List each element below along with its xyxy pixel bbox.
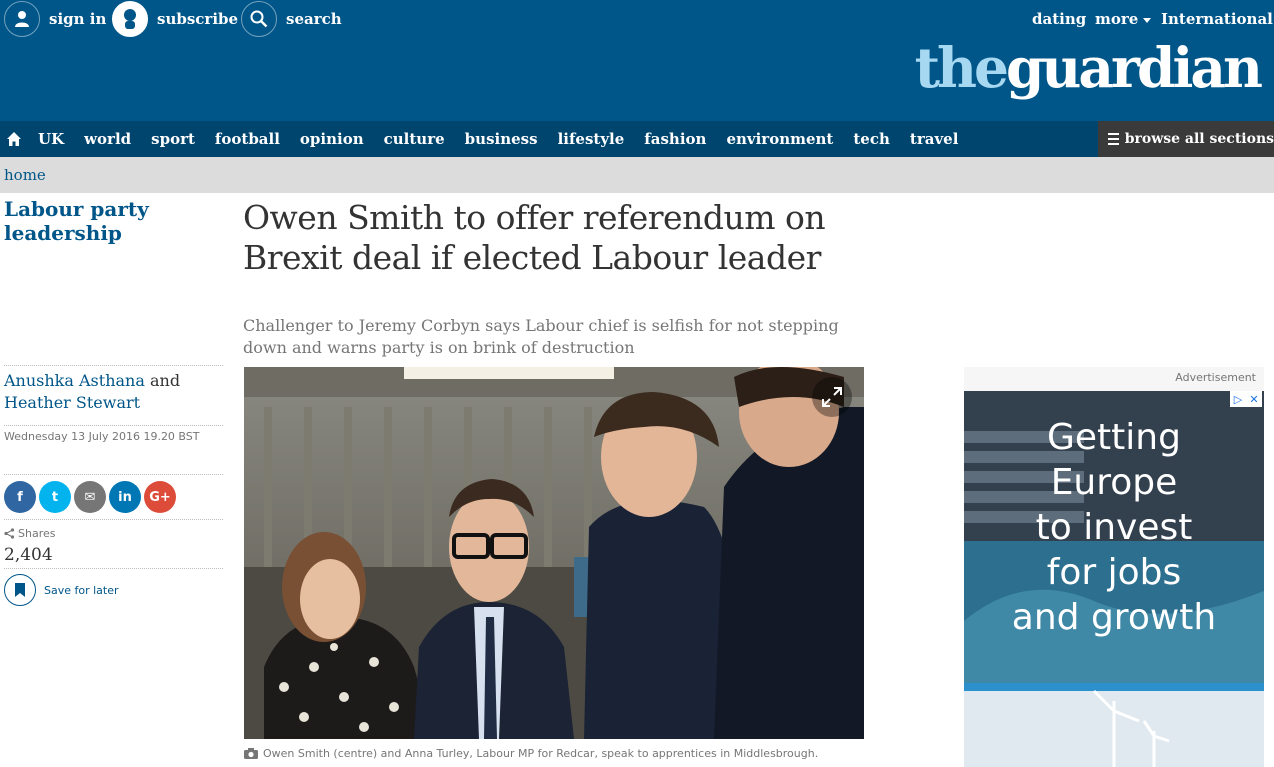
ad-line: Getting <box>1047 417 1181 458</box>
expand-icon <box>822 387 842 407</box>
divider <box>4 519 223 520</box>
ad-line: to invest <box>1035 507 1193 548</box>
shares-label: Shares <box>4 527 55 540</box>
ad-line: and growth <box>1011 597 1217 638</box>
advertisement-label: Advertisement <box>964 367 1264 391</box>
sign-in-label: sign in <box>49 10 107 28</box>
divider <box>4 365 223 366</box>
series-label[interactable]: Labour party leadership <box>4 197 204 245</box>
close-icon[interactable]: ✕ <box>1246 391 1262 407</box>
logo-guardian: guardian <box>1005 35 1263 100</box>
nav-item-fashion[interactable]: fashion <box>634 130 716 148</box>
ad-controls: ▷ ✕ <box>1230 391 1262 407</box>
home-icon <box>7 132 21 146</box>
divider <box>4 425 223 426</box>
masthead: sign in subscribe search dating more Int… <box>0 0 1274 121</box>
nav-item-lifestyle[interactable]: lifestyle <box>548 130 635 148</box>
section-nav: UK world sport football opinion culture busine… <box>0 121 1274 157</box>
nav-item-travel[interactable]: travel <box>900 130 969 148</box>
byline: Anushka Asthana and Heather Stewart <box>4 370 223 414</box>
edition-menu[interactable]: International <box>1161 0 1274 38</box>
nav-item-tech[interactable]: tech <box>843 130 900 148</box>
camera-icon <box>244 748 258 759</box>
browse-label: browse all sections <box>1124 131 1274 147</box>
workshop-photo <box>244 367 864 739</box>
subscribe-label: subscribe <box>157 10 239 28</box>
author-link[interactable]: Anushka Asthana <box>4 371 145 390</box>
sign-in-link[interactable]: sign in <box>4 0 106 38</box>
nav-item-football[interactable]: football <box>205 130 290 148</box>
article-main-image <box>244 367 864 739</box>
nav-item-environment[interactable]: environment <box>716 130 843 148</box>
googleplus-share-button[interactable]: G+ <box>144 481 176 513</box>
guardian-logo[interactable]: theguardian <box>915 40 1263 95</box>
user-icon <box>4 1 40 37</box>
nav-item-opinion[interactable]: opinion <box>290 130 374 148</box>
shares-count: 2,404 <box>4 545 53 565</box>
ad-headline: Getting Europe to invest for jobs and gr… <box>964 415 1264 640</box>
subscribe-link[interactable]: subscribe <box>112 0 238 38</box>
divider <box>4 474 223 475</box>
search-label: search <box>286 10 342 28</box>
nav-item-sport[interactable]: sport <box>141 130 205 148</box>
nav-item-uk[interactable]: UK <box>28 130 74 148</box>
more-menu[interactable]: more <box>1095 0 1152 38</box>
divider <box>4 568 223 569</box>
email-share-button[interactable]: ✉ <box>74 481 106 513</box>
menu-icon <box>1108 130 1119 148</box>
author-joiner: and <box>149 371 181 390</box>
standfirst: Challenger to Jeremy Corbyn says Labour … <box>243 316 839 357</box>
bookmark-icon <box>4 574 36 606</box>
twitter-share-button[interactable]: t <box>39 481 71 513</box>
share-icon <box>4 528 15 539</box>
breadcrumb-home[interactable]: home <box>4 166 46 184</box>
advertisement[interactable]: Getting Europe to invest for jobs and gr… <box>964 391 1264 767</box>
ad-line: Europe <box>1050 462 1178 503</box>
home-nav-button[interactable] <box>0 121 28 157</box>
save-for-later-button[interactable]: Save for later <box>4 574 119 606</box>
edition-label: International <box>1161 10 1273 28</box>
nav-item-world[interactable]: world <box>74 130 141 148</box>
guardian-g-icon <box>112 1 148 37</box>
save-label: Save for later <box>44 583 119 597</box>
facebook-share-button[interactable]: f <box>4 481 36 513</box>
share-buttons: f t ✉ in G+ <box>4 481 179 513</box>
nav-item-culture[interactable]: culture <box>374 130 455 148</box>
headline: Owen Smith to offer referendum on Brexit… <box>243 198 826 277</box>
nav-item-business[interactable]: business <box>455 130 548 148</box>
more-label: more <box>1095 10 1139 28</box>
linkedin-share-button[interactable]: in <box>109 481 141 513</box>
search-icon <box>241 1 277 37</box>
shares-text: Shares <box>18 527 56 540</box>
image-caption: Owen Smith (centre) and Anna Turley, Lab… <box>244 747 864 760</box>
expand-image-button[interactable] <box>812 377 852 417</box>
caption-text: Owen Smith (centre) and Anna Turley, Lab… <box>263 747 819 760</box>
author-link[interactable]: Heather Stewart <box>4 393 140 412</box>
dating-link[interactable]: dating <box>1032 0 1086 38</box>
chevron-down-icon <box>1143 17 1152 23</box>
nav-items: UK world sport football opinion culture busine… <box>28 121 968 157</box>
dating-label: dating <box>1032 10 1087 28</box>
adchoices-icon[interactable]: ▷ <box>1230 391 1246 407</box>
publish-date: Wednesday 13 July 2016 19.20 BST <box>4 430 200 443</box>
logo-the: the <box>914 35 1009 100</box>
browse-all-sections-button[interactable]: browse all sections <box>1098 121 1274 157</box>
breadcrumb: home <box>0 157 1274 193</box>
ad-line: for jobs <box>1046 552 1182 593</box>
search-link[interactable]: search <box>241 0 342 38</box>
